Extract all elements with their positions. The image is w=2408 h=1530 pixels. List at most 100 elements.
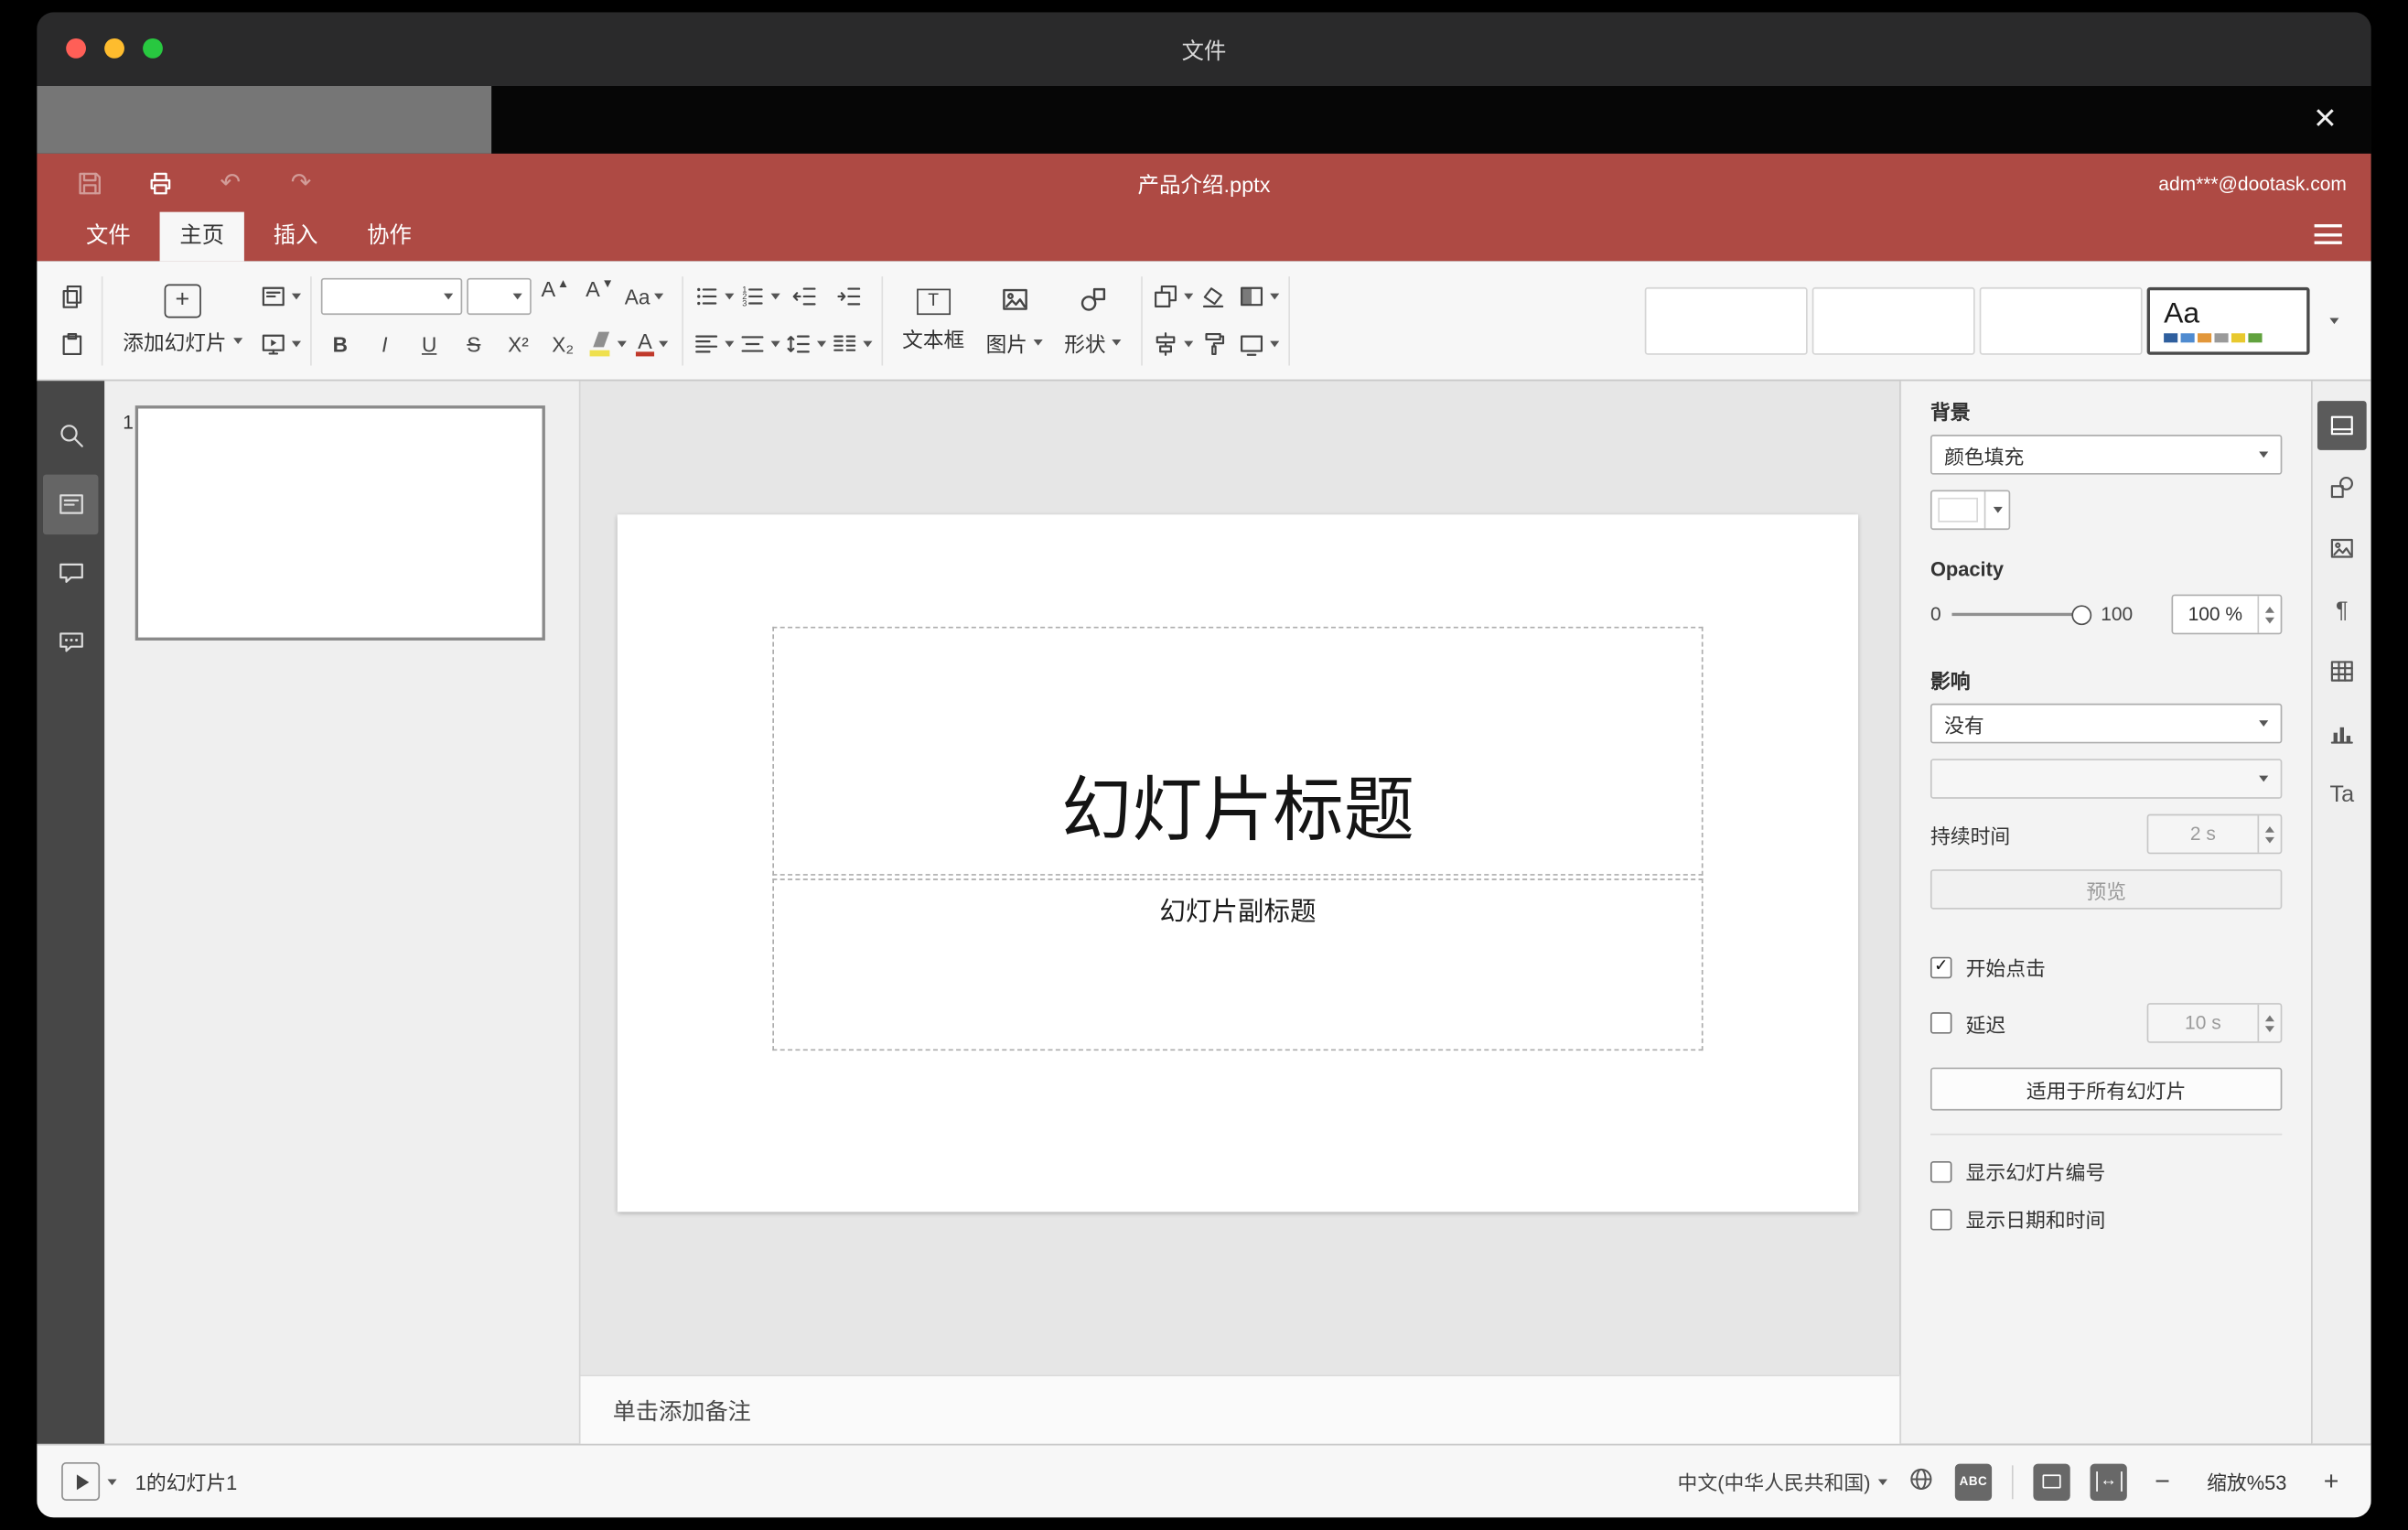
preview-button[interactable]: 预览 xyxy=(1930,869,2283,910)
insert-shape-button[interactable]: 形状 xyxy=(1053,275,1132,364)
comments-button[interactable] xyxy=(43,544,98,603)
slide-size-button[interactable] xyxy=(1238,324,1280,364)
theme-option[interactable] xyxy=(1979,286,2143,354)
print-icon[interactable] xyxy=(145,167,176,199)
italic-button[interactable]: I xyxy=(365,324,405,364)
show-slide-number-checkbox[interactable] xyxy=(1930,1160,1952,1182)
duration-input[interactable]: 2 s xyxy=(2146,813,2283,855)
tab-insert[interactable]: 插入 xyxy=(253,212,338,262)
traffic-light-close[interactable] xyxy=(66,38,86,59)
highlight-color-button[interactable] xyxy=(587,324,628,364)
line-spacing-button[interactable] xyxy=(784,324,826,364)
save-icon[interactable] xyxy=(74,167,105,199)
clear-style-button[interactable] xyxy=(1193,276,1233,317)
text-box-button[interactable]: T 文本框 xyxy=(891,275,974,364)
font-color-button[interactable]: A xyxy=(632,324,672,364)
columns-button[interactable] xyxy=(830,324,872,364)
background-color-select[interactable] xyxy=(1930,490,2011,531)
insert-image-button[interactable]: 图片 xyxy=(975,275,1054,364)
menu-icon[interactable] xyxy=(2314,224,2342,244)
slide-settings-button[interactable] xyxy=(2317,401,2367,450)
spin-down-icon[interactable] xyxy=(2264,835,2274,843)
background-fill-select[interactable]: 颜色填充 xyxy=(1930,435,2283,475)
theme-option[interactable] xyxy=(1811,286,1975,354)
table-settings-button[interactable] xyxy=(2317,647,2367,696)
start-slideshow-status-button[interactable] xyxy=(61,1461,101,1501)
spin-down-icon[interactable] xyxy=(2264,1025,2274,1032)
subscript-button[interactable]: X₂ xyxy=(543,324,583,364)
zoom-in-button[interactable]: + xyxy=(2316,1466,2347,1497)
spinner-arrows[interactable] xyxy=(2257,596,2280,633)
feedback-button[interactable] xyxy=(43,613,98,673)
theme-option[interactable] xyxy=(1644,286,1808,354)
copy-style-button[interactable] xyxy=(1193,324,1233,364)
slide-thumbnail[interactable] xyxy=(134,405,545,641)
subtitle-placeholder[interactable]: 幻灯片副标题 xyxy=(772,878,1704,1051)
start-slideshow-button[interactable] xyxy=(259,324,301,364)
change-case-button[interactable]: Aa xyxy=(624,276,664,317)
decrease-indent-button[interactable] xyxy=(784,276,824,317)
decrease-font-size-button[interactable]: A ▼ xyxy=(580,276,620,317)
underline-button[interactable]: U xyxy=(409,324,449,364)
effect-select[interactable]: 没有 xyxy=(1930,703,2283,744)
tab-collaboration[interactable]: 协作 xyxy=(347,212,431,262)
traffic-light-zoom[interactable] xyxy=(143,38,163,59)
language-select[interactable]: 中文(中华人民共和国) xyxy=(1678,1467,1887,1496)
undo-icon[interactable]: ↶ xyxy=(215,167,246,199)
spinner-arrows[interactable] xyxy=(2257,1004,2280,1042)
show-date-time-checkbox[interactable] xyxy=(1930,1208,1952,1230)
opacity-input[interactable]: 100 % xyxy=(2171,594,2283,635)
spin-up-icon[interactable] xyxy=(2264,825,2274,832)
copy-button[interactable] xyxy=(52,276,92,317)
apply-to-all-slides-button[interactable]: 适用于所有幻灯片 xyxy=(1930,1067,2283,1111)
delay-input[interactable]: 10 s xyxy=(2146,1003,2283,1043)
start-on-click-checkbox[interactable]: ✓ xyxy=(1930,955,1952,978)
numbering-button[interactable]: 123 xyxy=(738,276,779,317)
bullets-button[interactable] xyxy=(692,276,734,317)
image-settings-button[interactable] xyxy=(2317,523,2367,573)
spin-up-icon[interactable] xyxy=(2264,606,2274,612)
vertical-align-button[interactable] xyxy=(738,324,779,364)
fit-to-slide-button[interactable] xyxy=(2033,1462,2070,1501)
bold-button[interactable]: B xyxy=(320,324,360,364)
slides-panel-button[interactable] xyxy=(42,474,99,535)
slide[interactable]: 幻灯片标题 幻灯片副标题 xyxy=(617,514,1859,1212)
text-art-settings-button[interactable]: Ta xyxy=(2317,770,2367,819)
fit-to-width-button[interactable]: ↔ xyxy=(2090,1462,2127,1501)
slide-layout-button[interactable] xyxy=(259,276,301,317)
search-button[interactable] xyxy=(43,405,98,465)
close-preview-button[interactable]: × xyxy=(2302,95,2348,141)
horizontal-align-button[interactable] xyxy=(692,324,734,364)
chart-settings-button[interactable] xyxy=(2317,708,2367,758)
chevron-down-icon[interactable] xyxy=(107,1478,117,1485)
align-objects-button[interactable] xyxy=(1152,324,1194,364)
tab-file[interactable]: 文件 xyxy=(66,212,150,262)
account-email[interactable]: adm***@dootask.com xyxy=(2158,154,2347,212)
font-size-select[interactable] xyxy=(466,277,531,316)
strikethrough-button[interactable]: S xyxy=(454,324,494,364)
opacity-slider[interactable] xyxy=(1951,604,2092,625)
spellcheck-button[interactable]: ABC xyxy=(1954,1462,1993,1501)
arrange-objects-button[interactable] xyxy=(1152,276,1194,317)
spin-up-icon[interactable] xyxy=(2264,1014,2274,1021)
title-placeholder[interactable]: 幻灯片标题 xyxy=(772,626,1704,876)
add-slide-button[interactable]: + 添加幻灯片 xyxy=(113,275,253,364)
redo-icon[interactable]: ↷ xyxy=(285,167,317,199)
theme-gallery-expand-button[interactable] xyxy=(2313,275,2356,364)
effect-type-select[interactable] xyxy=(1930,759,2283,799)
delay-checkbox[interactable] xyxy=(1930,1012,1952,1034)
notes-area[interactable]: 单击添加备注 xyxy=(580,1374,1900,1444)
superscript-button[interactable]: X² xyxy=(499,324,539,364)
tab-home[interactable]: 主页 xyxy=(159,211,244,262)
zoom-out-button[interactable]: − xyxy=(2147,1466,2178,1497)
paragraph-settings-button[interactable]: ¶ xyxy=(2317,586,2367,635)
traffic-light-minimize[interactable] xyxy=(104,38,124,59)
shape-settings-button[interactable] xyxy=(2317,462,2367,512)
increase-indent-button[interactable] xyxy=(829,276,869,317)
color-scheme-button[interactable] xyxy=(1238,276,1280,317)
spinner-arrows[interactable] xyxy=(2257,815,2280,853)
opacity-slider-knob[interactable] xyxy=(2071,604,2092,625)
color-dropdown-button[interactable] xyxy=(1983,491,2009,529)
paste-button[interactable] xyxy=(52,324,92,364)
spin-down-icon[interactable] xyxy=(2264,616,2274,623)
